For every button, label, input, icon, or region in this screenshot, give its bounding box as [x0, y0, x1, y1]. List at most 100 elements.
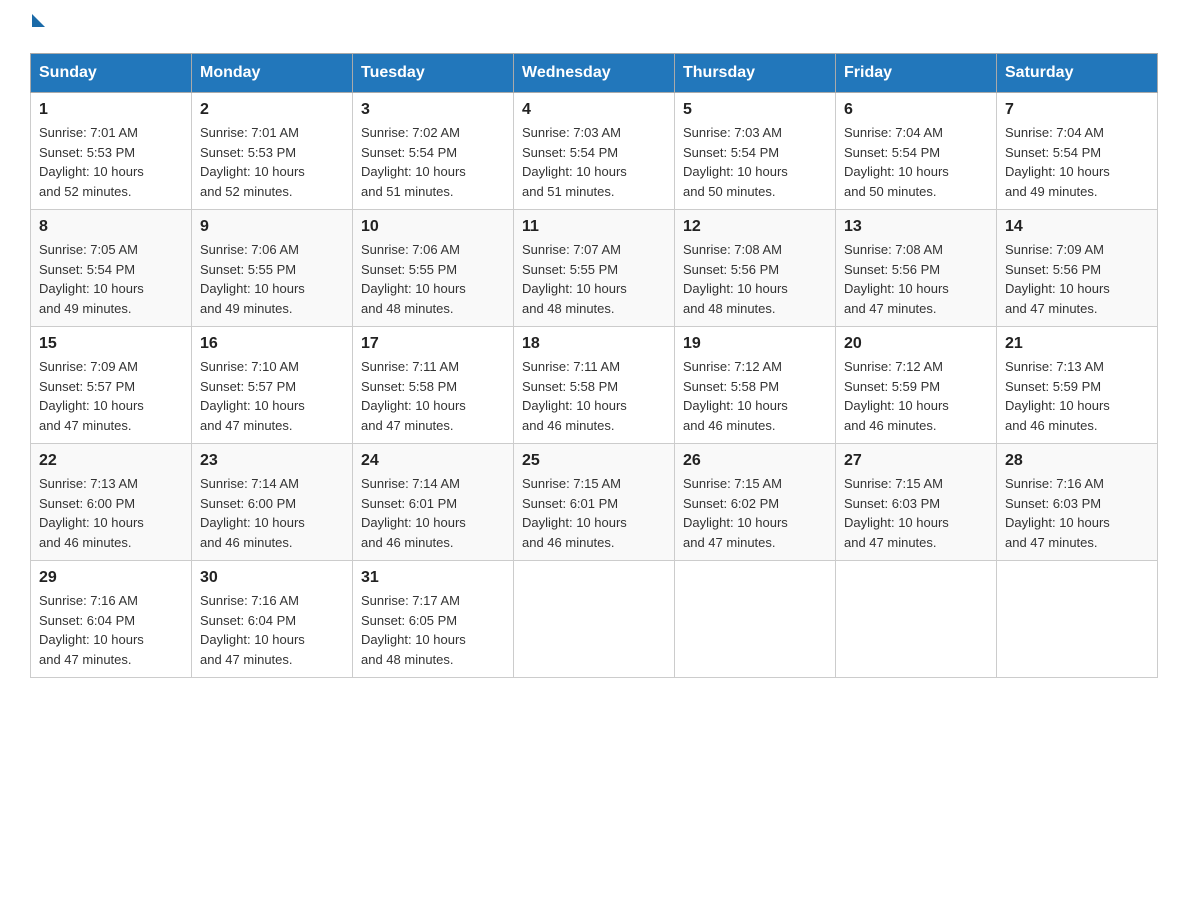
calendar-week-2: 8 Sunrise: 7:05 AMSunset: 5:54 PMDaylight…	[31, 210, 1158, 327]
calendar-cell: 27 Sunrise: 7:15 AMSunset: 6:03 PMDayligh…	[836, 444, 997, 561]
weekday-header-thursday: Thursday	[675, 54, 836, 93]
day-number: 31	[361, 569, 505, 587]
calendar-cell: 31 Sunrise: 7:17 AMSunset: 6:05 PMDayligh…	[353, 561, 514, 678]
weekday-header-monday: Monday	[192, 54, 353, 93]
day-info: Sunrise: 7:09 AMSunset: 5:57 PMDaylight:…	[39, 357, 183, 435]
day-info: Sunrise: 7:07 AMSunset: 5:55 PMDaylight:…	[522, 240, 666, 318]
calendar-cell: 22 Sunrise: 7:13 AMSunset: 6:00 PMDayligh…	[31, 444, 192, 561]
day-info: Sunrise: 7:15 AMSunset: 6:02 PMDaylight:…	[683, 474, 827, 552]
calendar-cell: 5 Sunrise: 7:03 AMSunset: 5:54 PMDaylight…	[675, 93, 836, 210]
calendar-cell: 29 Sunrise: 7:16 AMSunset: 6:04 PMDayligh…	[31, 561, 192, 678]
day-info: Sunrise: 7:02 AMSunset: 5:54 PMDaylight:…	[361, 123, 505, 201]
page-header	[30, 20, 1158, 33]
logo-arrow-icon	[32, 14, 45, 27]
day-number: 16	[200, 335, 344, 353]
logo	[30, 20, 45, 33]
day-number: 14	[1005, 218, 1149, 236]
day-info: Sunrise: 7:15 AMSunset: 6:03 PMDaylight:…	[844, 474, 988, 552]
day-number: 21	[1005, 335, 1149, 353]
day-number: 6	[844, 101, 988, 119]
day-number: 26	[683, 452, 827, 470]
calendar-cell: 11 Sunrise: 7:07 AMSunset: 5:55 PMDayligh…	[514, 210, 675, 327]
calendar-cell: 9 Sunrise: 7:06 AMSunset: 5:55 PMDaylight…	[192, 210, 353, 327]
calendar-cell: 6 Sunrise: 7:04 AMSunset: 5:54 PMDaylight…	[836, 93, 997, 210]
day-info: Sunrise: 7:12 AMSunset: 5:59 PMDaylight:…	[844, 357, 988, 435]
calendar-cell: 16Sunrise: 7:10 AMSunset: 5:57 PMDayligh…	[192, 327, 353, 444]
day-info: Sunrise: 7:03 AMSunset: 5:54 PMDaylight:…	[683, 123, 827, 201]
day-number: 22	[39, 452, 183, 470]
calendar-cell: 1 Sunrise: 7:01 AMSunset: 5:53 PMDaylight…	[31, 93, 192, 210]
day-info: Sunrise: 7:04 AMSunset: 5:54 PMDaylight:…	[844, 123, 988, 201]
day-number: 28	[1005, 452, 1149, 470]
calendar-cell: 4Sunrise: 7:03 AMSunset: 5:54 PMDaylight…	[514, 93, 675, 210]
day-number: 29	[39, 569, 183, 587]
day-info: Sunrise: 7:16 AMSunset: 6:03 PMDaylight:…	[1005, 474, 1149, 552]
calendar-cell	[675, 561, 836, 678]
day-info: Sunrise: 7:16 AMSunset: 6:04 PMDaylight:…	[39, 591, 183, 669]
day-number: 12	[683, 218, 827, 236]
weekday-header-sunday: Sunday	[31, 54, 192, 93]
calendar-cell: 14 Sunrise: 7:09 AMSunset: 5:56 PMDayligh…	[997, 210, 1158, 327]
day-info: Sunrise: 7:09 AMSunset: 5:56 PMDaylight:…	[1005, 240, 1149, 318]
day-number: 24	[361, 452, 505, 470]
calendar-cell: 15 Sunrise: 7:09 AMSunset: 5:57 PMDayligh…	[31, 327, 192, 444]
calendar-cell: 18 Sunrise: 7:11 AMSunset: 5:58 PMDayligh…	[514, 327, 675, 444]
day-number: 25	[522, 452, 666, 470]
day-number: 8	[39, 218, 183, 236]
day-info: Sunrise: 7:08 AMSunset: 5:56 PMDaylight:…	[844, 240, 988, 318]
calendar-cell	[997, 561, 1158, 678]
calendar-cell: 28 Sunrise: 7:16 AMSunset: 6:03 PMDayligh…	[997, 444, 1158, 561]
calendar-cell: 23 Sunrise: 7:14 AMSunset: 6:00 PMDayligh…	[192, 444, 353, 561]
day-number: 30	[200, 569, 344, 587]
day-number: 1	[39, 101, 183, 119]
day-number: 10	[361, 218, 505, 236]
calendar-cell: 24 Sunrise: 7:14 AMSunset: 6:01 PMDayligh…	[353, 444, 514, 561]
day-info: Sunrise: 7:06 AMSunset: 5:55 PMDaylight:…	[200, 240, 344, 318]
calendar-cell: 20 Sunrise: 7:12 AMSunset: 5:59 PMDayligh…	[836, 327, 997, 444]
day-number: 20	[844, 335, 988, 353]
day-info: Sunrise: 7:11 AMSunset: 5:58 PMDaylight:…	[522, 357, 666, 435]
weekday-header-saturday: Saturday	[997, 54, 1158, 93]
calendar-week-1: 1 Sunrise: 7:01 AMSunset: 5:53 PMDaylight…	[31, 93, 1158, 210]
calendar-week-4: 22 Sunrise: 7:13 AMSunset: 6:00 PMDayligh…	[31, 444, 1158, 561]
calendar-cell: 25Sunrise: 7:15 AMSunset: 6:01 PMDayligh…	[514, 444, 675, 561]
day-info: Sunrise: 7:14 AMSunset: 6:00 PMDaylight:…	[200, 474, 344, 552]
day-info: Sunrise: 7:01 AMSunset: 5:53 PMDaylight:…	[39, 123, 183, 201]
day-number: 27	[844, 452, 988, 470]
day-number: 9	[200, 218, 344, 236]
calendar-cell: 2Sunrise: 7:01 AMSunset: 5:53 PMDaylight…	[192, 93, 353, 210]
day-info: Sunrise: 7:16 AMSunset: 6:04 PMDaylight:…	[200, 591, 344, 669]
day-info: Sunrise: 7:17 AMSunset: 6:05 PMDaylight:…	[361, 591, 505, 669]
day-number: 15	[39, 335, 183, 353]
calendar-cell	[514, 561, 675, 678]
day-number: 3	[361, 101, 505, 119]
day-info: Sunrise: 7:06 AMSunset: 5:55 PMDaylight:…	[361, 240, 505, 318]
day-number: 11	[522, 218, 666, 236]
calendar-week-5: 29 Sunrise: 7:16 AMSunset: 6:04 PMDayligh…	[31, 561, 1158, 678]
day-info: Sunrise: 7:12 AMSunset: 5:58 PMDaylight:…	[683, 357, 827, 435]
calendar-cell: 13 Sunrise: 7:08 AMSunset: 5:56 PMDayligh…	[836, 210, 997, 327]
day-number: 23	[200, 452, 344, 470]
day-info: Sunrise: 7:14 AMSunset: 6:01 PMDaylight:…	[361, 474, 505, 552]
day-number: 5	[683, 101, 827, 119]
day-info: Sunrise: 7:13 AMSunset: 5:59 PMDaylight:…	[1005, 357, 1149, 435]
calendar-cell: 30 Sunrise: 7:16 AMSunset: 6:04 PMDayligh…	[192, 561, 353, 678]
day-number: 13	[844, 218, 988, 236]
day-info: Sunrise: 7:08 AMSunset: 5:56 PMDaylight:…	[683, 240, 827, 318]
weekday-header-tuesday: Tuesday	[353, 54, 514, 93]
calendar-cell: 8 Sunrise: 7:05 AMSunset: 5:54 PMDaylight…	[31, 210, 192, 327]
day-number: 18	[522, 335, 666, 353]
calendar-cell: 3 Sunrise: 7:02 AMSunset: 5:54 PMDaylight…	[353, 93, 514, 210]
calendar-cell: 19Sunrise: 7:12 AMSunset: 5:58 PMDayligh…	[675, 327, 836, 444]
calendar-cell: 12 Sunrise: 7:08 AMSunset: 5:56 PMDayligh…	[675, 210, 836, 327]
calendar-cell: 21 Sunrise: 7:13 AMSunset: 5:59 PMDayligh…	[997, 327, 1158, 444]
calendar-cell: 17Sunrise: 7:11 AMSunset: 5:58 PMDayligh…	[353, 327, 514, 444]
day-number: 17	[361, 335, 505, 353]
day-info: Sunrise: 7:05 AMSunset: 5:54 PMDaylight:…	[39, 240, 183, 318]
day-info: Sunrise: 7:13 AMSunset: 6:00 PMDaylight:…	[39, 474, 183, 552]
calendar-table: SundayMondayTuesdayWednesdayThursdayFrid…	[30, 53, 1158, 678]
calendar-cell	[836, 561, 997, 678]
day-info: Sunrise: 7:01 AMSunset: 5:53 PMDaylight:…	[200, 123, 344, 201]
day-info: Sunrise: 7:04 AMSunset: 5:54 PMDaylight:…	[1005, 123, 1149, 201]
calendar-cell: 10 Sunrise: 7:06 AMSunset: 5:55 PMDayligh…	[353, 210, 514, 327]
